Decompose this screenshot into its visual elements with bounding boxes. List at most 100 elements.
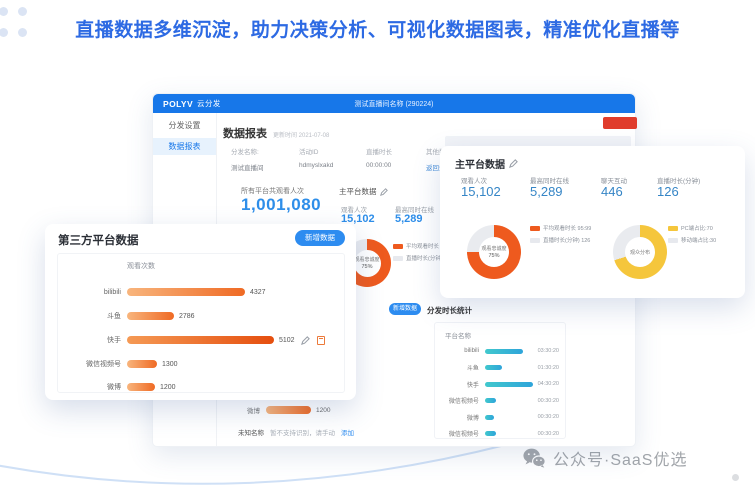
chart-row: 快手 04:30:20 [441,379,559,390]
bar [485,382,533,387]
duration-chart-card: 平台名称 bilibili 03:30:20 斗鱼 01:30:20 快手 04… [434,322,566,439]
audience-donut-chart: 观众分布 [613,225,667,279]
edit-icon[interactable] [380,188,388,196]
legend-swatch [530,226,540,231]
info-label: 分发名称: [231,146,264,156]
legend-label: 直播时长(分钟) 126 [543,236,590,244]
bar [485,398,496,403]
panel-title-text: 主平台数据 [455,156,505,171]
legend-swatch [530,238,540,243]
row-label: 微博 [441,413,479,422]
bar [266,406,311,414]
mini-main-title-text: 主平台数据 [339,186,377,197]
add-data-button[interactable]: 新增数据 [295,230,345,246]
info-value: hdmyslxakd [299,162,333,169]
row-value: 00:30:20 [538,398,559,404]
chart-row: 微信视频号 00:30:20 [441,428,559,439]
row-label: 微信视频号 [61,359,121,369]
wechat-icon [523,448,546,468]
page: 直播数据多维沉淀，助力决策分析、可视化数据图表，精准优化直播等 POLYV 云分… [0,0,755,492]
report-subtitle: 更新时间 2021-07-08 [273,130,329,139]
info-col: 直播时长 00:00:00 [366,146,392,169]
stat-value: 446 [601,184,623,199]
mini-main-title: 主平台数据 [339,186,388,197]
legend-item: 平均观看时长 95:99 [530,224,591,232]
notification-badge[interactable] [603,117,637,129]
row-value: 00:30:20 [538,414,559,420]
row-value: 1300 [162,361,178,368]
duration-chart-title: 平台名称 [445,330,559,340]
row-label: 微信视频号 [441,396,479,405]
edit-icon[interactable] [301,336,310,345]
row-label: 斗鱼 [61,311,121,321]
bar [485,431,496,436]
watermark: 公众号·SaaS优选 [523,446,687,470]
chart-row: 微博 00:30:20 [441,412,559,423]
bar [127,336,274,344]
chart-row: 微博 1200 [61,381,176,393]
row-value: 1200 [160,384,176,391]
chart-row: 斗鱼 01:30:20 [441,362,559,373]
row-label: 微博 [247,405,260,415]
third-party-panel: 第三方平台数据 新增数据 观看次数 bilibili 4327 斗鱼 2786 … [45,224,356,400]
legend-swatch [668,238,678,243]
stat-value: 5,289 [530,184,563,199]
edit-icon[interactable] [509,159,518,168]
info-label: 直播时长 [366,146,392,156]
row-value: 04:30:20 [538,381,559,387]
row-value: 5102 [279,337,295,344]
legend-swatch [393,244,403,249]
info-value: 00:00:00 [366,162,392,169]
third-party-panel-title: 第三方平台数据 [58,232,139,248]
chart-frame [57,253,345,393]
bar [485,365,502,370]
row-value: 4327 [250,289,266,296]
row-label: 快手 [441,380,479,389]
donut-center-label: 观看忠诚度 [354,256,379,263]
row-value: 00:30:20 [538,431,559,437]
loyalty-donut-chart: 观看忠诚度 75% [467,225,521,279]
legend-item: 移动端占比:30 [668,236,716,244]
bar [127,383,155,391]
legend-item: PC端占比:70 [668,224,713,232]
chart-row: 微信视频号 1300 [61,358,178,370]
row-label: 快手 [61,335,121,345]
bar [127,360,157,368]
legend-swatch [668,226,678,231]
views-chart-title: 观看次数 [127,261,155,271]
row-label: bilibili [61,289,121,296]
row-value: 2786 [179,313,195,320]
legend-label: PC端占比:70 [681,224,713,232]
row-value: 01:30:20 [538,365,559,371]
chart-row: 微博 1200 [247,405,330,415]
legend-label: 移动端占比:30 [681,236,716,244]
app-header: POLYV 云分发 测试直播间名称 (290224) [153,94,635,113]
donut-center-value: 75% [361,264,372,270]
note-label: 未知名称 [238,427,264,437]
add-link[interactable]: 添加 [341,427,354,437]
bar [485,415,494,420]
add-data-button[interactable]: 新增数据 [389,303,421,315]
row-value: 03:30:20 [538,348,559,354]
stat-value: 15,102 [461,184,501,199]
report-title: 数据报表 [223,125,267,141]
bar [127,312,174,320]
stat-value: 5,289 [395,213,423,225]
legend-item: 直播时长(分钟) 126 [530,236,590,244]
legend-label: 平均观看时长 95:99 [543,224,591,232]
delete-icon[interactable] [317,336,325,345]
note-text: 暂不支持识别，请手动 [270,427,335,437]
stat-value: 126 [657,184,679,199]
info-label: 活动ID [299,146,333,156]
main-platform-panel: 主平台数据 观看人次 15,102 最高同时在线 5,289 聊天互动 446 … [440,146,745,298]
bar [127,288,245,296]
info-col: 分发名称: 测试直播间 [231,146,264,172]
main-platform-panel-title: 主平台数据 [455,156,518,171]
row-label: 微博 [61,382,121,392]
info-value: 测试直播间 [231,162,264,172]
sidebar-item-reports[interactable]: 数据报表 [153,138,216,155]
donut-center-value: 75% [488,253,499,259]
row-value: 1200 [316,407,330,414]
decor-dot [732,474,739,481]
sidebar-item-distribution[interactable]: 分发设置 [153,117,216,134]
